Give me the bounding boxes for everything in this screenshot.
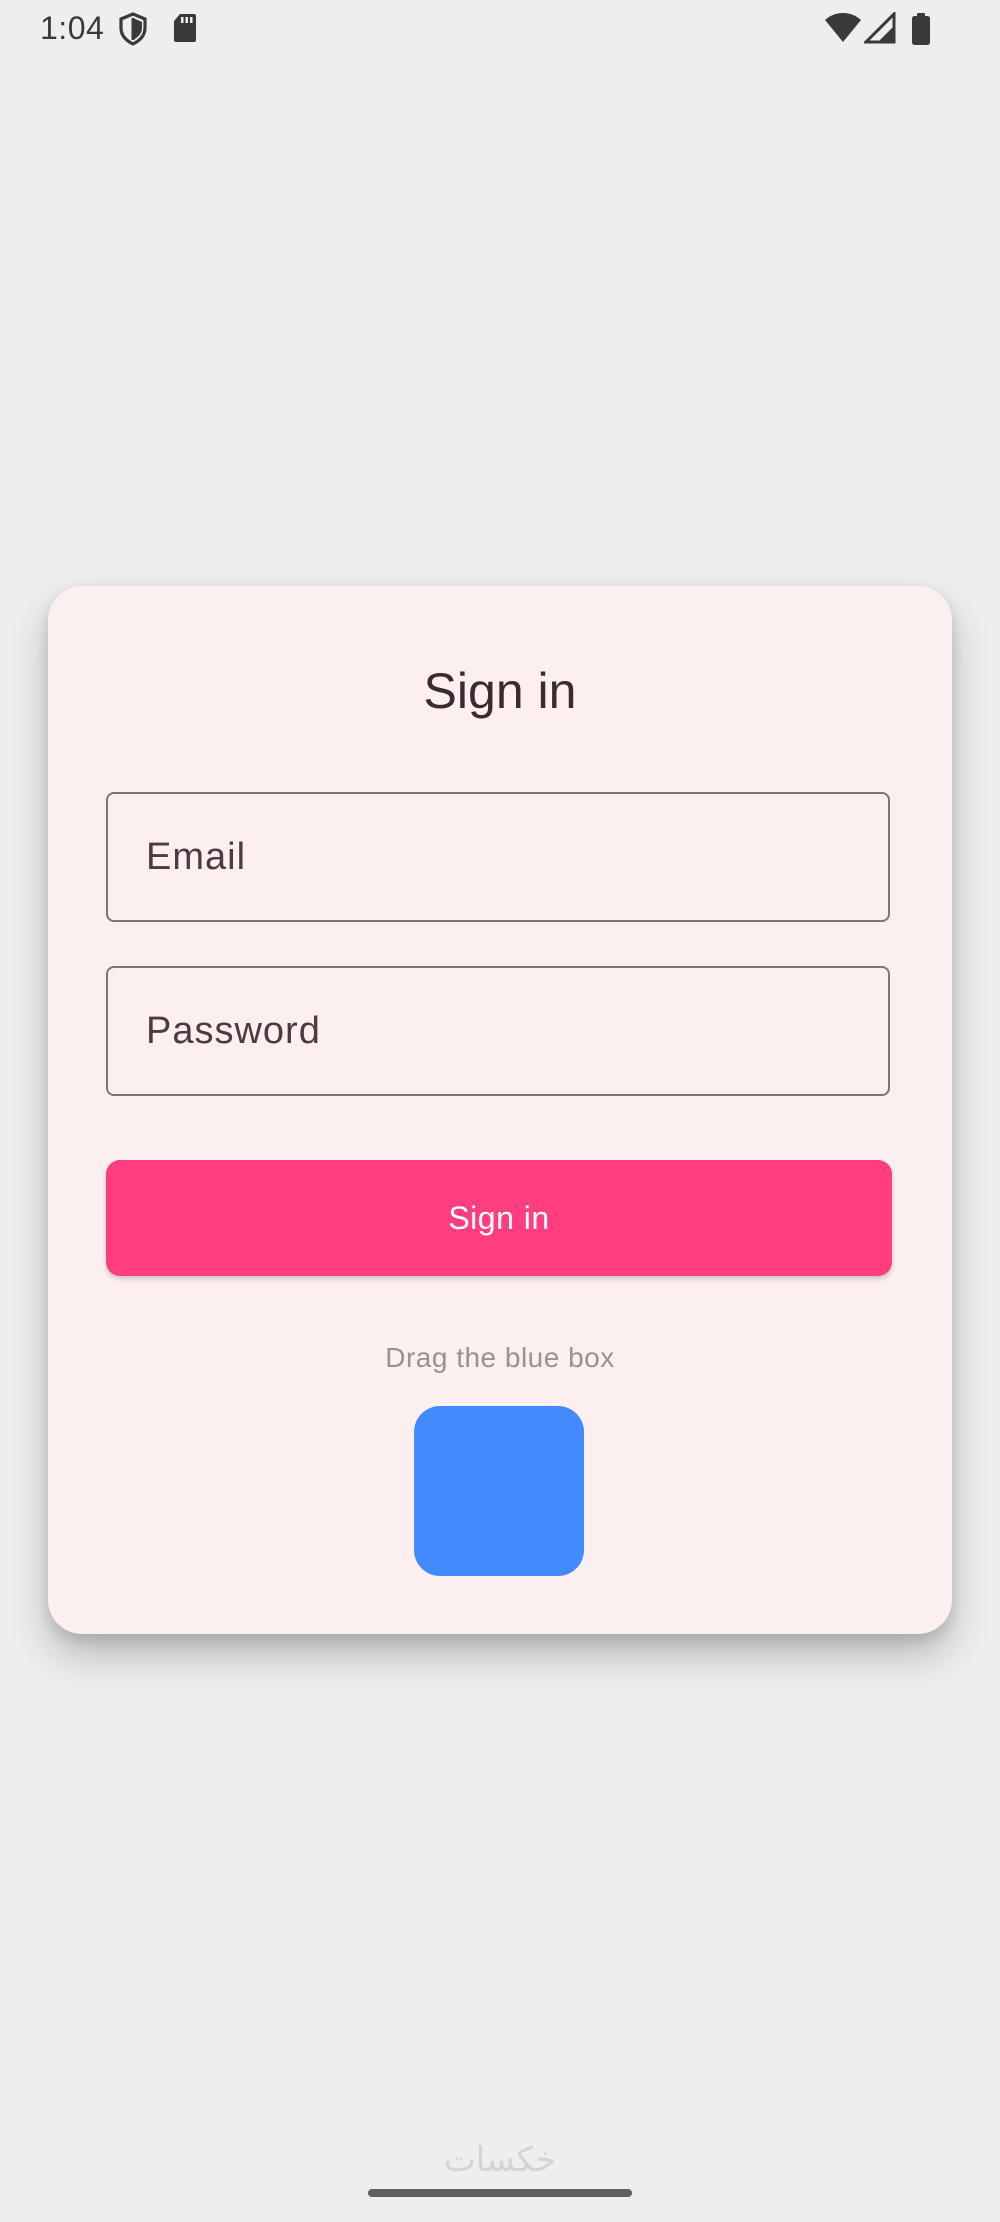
wifi-icon <box>824 12 862 49</box>
draggable-blue-box[interactable] <box>414 1406 584 1576</box>
sign-in-button-label: Sign in <box>448 1199 550 1236</box>
status-time: 1:04 <box>40 10 105 46</box>
password-field-label: Password <box>146 1010 321 1052</box>
email-field-label: Email <box>146 836 247 878</box>
password-field[interactable]: Password <box>106 966 890 1096</box>
watermark: خكسات <box>443 2140 557 2180</box>
sd-card-icon <box>172 12 198 49</box>
sign-in-card: Sign in Email Password Sign in Drag the … <box>48 586 952 1634</box>
page-title: Sign in <box>423 663 577 719</box>
status-bar: 1:04 <box>0 0 1000 58</box>
drag-hint-text: Drag the blue box <box>385 1342 615 1373</box>
email-field[interactable]: Email <box>106 792 890 922</box>
sign-in-button[interactable]: Sign in <box>106 1160 892 1276</box>
cell-signal-icon <box>862 10 896 49</box>
gesture-nav-handle[interactable] <box>368 2189 632 2197</box>
shield-icon <box>118 12 148 51</box>
battery-icon <box>910 12 932 51</box>
